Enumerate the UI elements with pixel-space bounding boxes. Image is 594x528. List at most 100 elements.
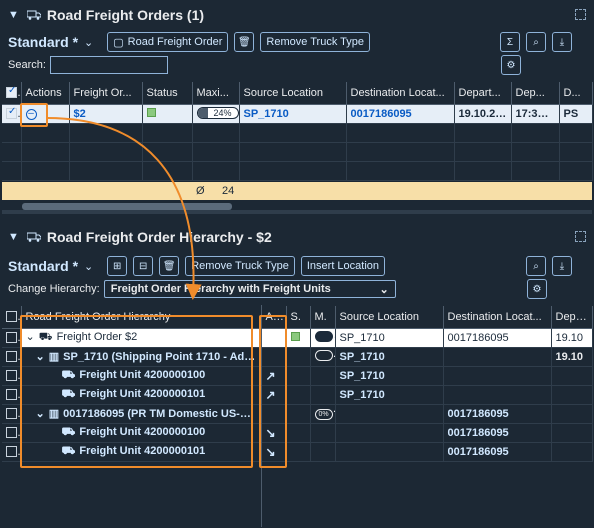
tree-node[interactable]: ⛟ Freight Unit 4200000101 [21, 385, 262, 405]
row-select-cell[interactable] [2, 423, 22, 443]
row-checkbox[interactable] [6, 370, 17, 382]
tree-node[interactable]: ⌄ ▥ 0017186095 (PR TM Domestic US-CA ... [21, 404, 262, 424]
variant-selector[interactable]: Standard * [8, 258, 78, 274]
row-select-cell[interactable] [2, 366, 22, 386]
splitter[interactable] [2, 210, 592, 214]
destination-location-link[interactable]: 0017186095 [346, 104, 455, 124]
export-button[interactable]: ⤓ [552, 256, 572, 276]
collapse-chevron-icon[interactable]: ▼ [8, 231, 19, 243]
delivery-arrow-icon[interactable]: ↘ [266, 445, 276, 459]
row-checkbox[interactable] [6, 332, 17, 344]
column-header[interactable]: Depa... [551, 306, 593, 329]
sum-button[interactable]: Σ [500, 32, 520, 52]
row-checkbox[interactable] [6, 351, 17, 363]
collapse-circle-icon[interactable]: – [25, 109, 37, 120]
destination-cell[interactable]: 0017186095 [443, 423, 552, 443]
column-header[interactable]: Road Freight Order Hierarchy [21, 306, 262, 329]
collapse-all-button[interactable]: ⊟ [133, 256, 154, 276]
tree-node[interactable]: ⛟ Freight Unit 4200000100 [21, 366, 262, 386]
expand-all-button[interactable]: ⊞ [107, 256, 128, 276]
row-select-cell[interactable] [2, 442, 22, 462]
settings-button[interactable]: ⚙ [527, 279, 547, 299]
column-header[interactable]: Maxi... [192, 82, 240, 105]
variant-chevron-icon[interactable]: ⌄ [84, 36, 93, 49]
destination-cell[interactable]: 0017186095 [443, 442, 552, 462]
tree-node[interactable]: ⛟ Freight Unit 4200000100 [21, 423, 262, 443]
remove-truck-type-button[interactable]: Remove Truck Type [185, 256, 295, 276]
source-location-link[interactable]: SP_1710 [239, 104, 347, 124]
select-all-header[interactable] [2, 306, 22, 329]
tree-node[interactable]: ⌄ ⛟ Freight Order $2 [21, 328, 262, 348]
search-button[interactable]: ⌕ [526, 256, 546, 276]
select-all-header[interactable] [2, 82, 22, 105]
search-input[interactable] [49, 56, 168, 74]
action-cell[interactable]: ↘ [261, 423, 287, 443]
column-header[interactable]: Dep... [511, 82, 560, 105]
source-cell[interactable]: SP_1710 [335, 385, 444, 405]
table-row[interactable]: ⛟ Freight Unit 4200000101 ↘ 0017186095 [2, 442, 593, 462]
destination-cell[interactable]: 0017186095 [443, 404, 552, 424]
row-checkbox[interactable] [6, 408, 17, 420]
column-header[interactable]: Depart... [454, 82, 512, 105]
expand-chevron-icon[interactable]: ⌄ [36, 408, 45, 420]
row-checkbox[interactable] [6, 427, 17, 439]
tree-node[interactable]: ⌄ ▥ SP_1710 (Shipping Point 1710 - Addre..… [21, 347, 262, 367]
export-button[interactable]: ⤓ [552, 32, 572, 52]
action-cell[interactable]: ↗ [261, 385, 287, 405]
variant-selector[interactable]: Standard * [8, 34, 78, 50]
column-header[interactable]: Destination Locat... [346, 82, 455, 105]
insert-location-button[interactable]: Insert Location [300, 256, 386, 276]
horizontal-scrollbar[interactable] [22, 203, 232, 210]
settings-button[interactable]: ⚙ [501, 55, 521, 75]
delivery-arrow-icon[interactable]: ↘ [266, 426, 276, 440]
table-row[interactable]: ⌄ ▥ SP_1710 (Shipping Point 1710 - Addre..… [2, 347, 593, 367]
table-row[interactable]: – $2 24% SP_1710 0017186095 19.10.20... … [2, 104, 593, 124]
search-button[interactable]: ⌕ [526, 32, 546, 52]
column-header[interactable]: Freight Or... [69, 82, 143, 105]
row-select-cell[interactable] [2, 104, 22, 124]
column-header[interactable]: Actions [21, 82, 70, 105]
row-checkbox[interactable] [6, 106, 17, 120]
freight-order-link[interactable]: $2 [69, 104, 143, 124]
row-select-cell[interactable] [2, 347, 22, 367]
pickup-arrow-icon[interactable]: ↗ [266, 369, 276, 383]
remove-truck-type-button[interactable]: Remove Truck Type [260, 32, 371, 52]
fullscreen-icon[interactable] [575, 231, 586, 242]
table-row[interactable]: ⛟ Freight Unit 4200000100 ↘ 0017186095 [2, 423, 593, 443]
change-hierarchy-select[interactable]: Freight Order Hierarchy with Freight Uni… [103, 280, 396, 298]
row-checkbox[interactable] [6, 446, 17, 458]
pickup-arrow-icon[interactable]: ↗ [266, 388, 276, 402]
source-cell[interactable]: SP_1710 [335, 347, 444, 367]
source-cell[interactable]: SP_1710 [335, 366, 444, 386]
table-row[interactable]: ⛟ Freight Unit 4200000101 ↗ SP_1710 [2, 385, 593, 405]
expand-chevron-icon[interactable]: ⌄ [36, 351, 45, 363]
action-cell[interactable]: ↗ [261, 366, 287, 386]
tree-node[interactable]: ⛟ Freight Unit 4200000101 [21, 442, 262, 462]
column-header[interactable]: Status [142, 82, 193, 105]
row-select-cell[interactable] [2, 328, 22, 348]
delete-button[interactable]: 🗑 [159, 256, 180, 276]
status-cell [286, 347, 311, 367]
row-select-cell[interactable] [2, 404, 22, 424]
fullscreen-icon[interactable] [575, 9, 586, 20]
road-freight-order-button[interactable]: ▢ Road Freight Order [107, 32, 229, 52]
select-all-checkbox[interactable] [6, 311, 17, 323]
column-header[interactable]: S. [286, 306, 311, 329]
column-header[interactable]: D... [559, 82, 593, 105]
column-header[interactable]: A... [261, 306, 287, 329]
row-checkbox[interactable] [6, 389, 17, 401]
action-cell[interactable]: ↘ [261, 442, 287, 462]
column-header[interactable]: Source Location [335, 306, 444, 329]
row-select-cell[interactable] [2, 385, 22, 405]
collapse-chevron-icon[interactable]: ▼ [8, 9, 19, 21]
expand-chevron-icon[interactable]: ⌄ [26, 331, 35, 343]
column-header[interactable]: Destination Locat... [443, 306, 552, 329]
variant-chevron-icon[interactable]: ⌄ [84, 260, 93, 273]
column-header[interactable]: Source Location [239, 82, 347, 105]
table-row[interactable]: ⛟ Freight Unit 4200000100 ↗ SP_1710 [2, 366, 593, 386]
select-all-checkbox[interactable] [6, 85, 17, 99]
table-row[interactable]: ⌄ ⛟ Freight Order $2 SP_1710 0017186095 19… [2, 328, 593, 348]
delete-button[interactable]: 🗑 [234, 32, 255, 52]
table-row[interactable]: ⌄ ▥ 0017186095 (PR TM Domestic US-CA ... 0… [2, 404, 593, 424]
column-header[interactable]: M. [310, 306, 336, 329]
